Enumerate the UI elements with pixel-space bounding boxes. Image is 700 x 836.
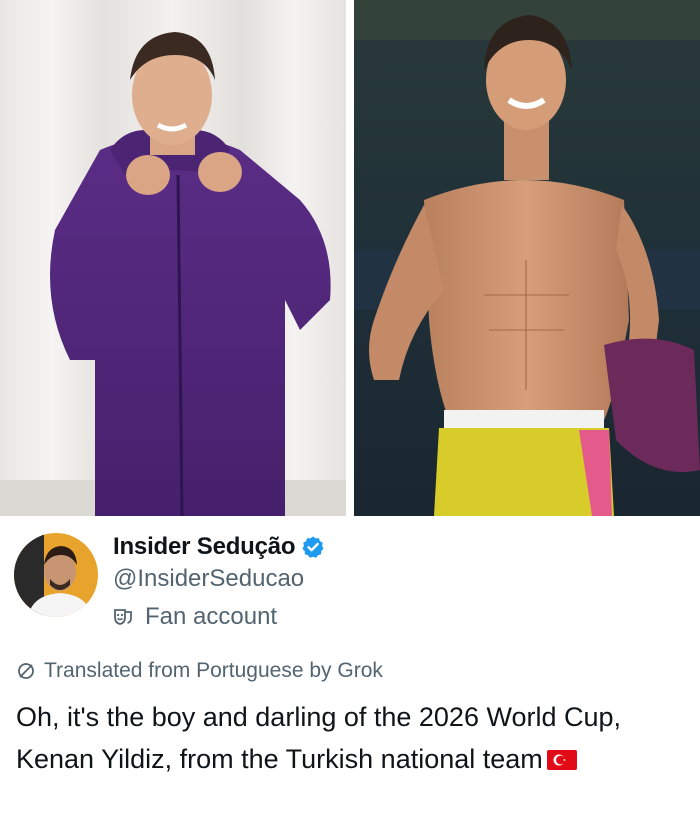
avatar-image: [14, 533, 98, 617]
turkey-flag-icon: [546, 750, 577, 770]
profile-avatar[interactable]: [14, 533, 98, 617]
photo-purple-hoodie[interactable]: [0, 0, 346, 516]
tweet-text-body: Oh, it's the boy and darling of the 2026…: [16, 702, 622, 774]
translated-label: Translated from Portuguese by Grok: [44, 659, 383, 682]
account-label-row: Fan account: [113, 600, 277, 634]
verified-badge-icon: [301, 535, 325, 559]
display-name-row: Insider Sedução: [113, 530, 325, 564]
theater-masks-icon: [113, 607, 133, 627]
user-handle[interactable]: @InsiderSeducao: [113, 565, 304, 593]
tweet-text: Oh, it's the boy and darling of the 2026…: [16, 696, 686, 780]
display-name[interactable]: Insider Sedução: [113, 533, 296, 561]
translate-icon: [16, 661, 36, 681]
photo-purple-hoodie-image: [0, 0, 346, 516]
translation-notice[interactable]: Translated from Portuguese by Grok: [16, 656, 383, 686]
account-label: Fan account: [145, 603, 278, 630]
media-grid: [0, 0, 700, 516]
photo-stadium-shirtless[interactable]: [354, 0, 700, 516]
photo-stadium-shirtless-image: [354, 0, 700, 516]
